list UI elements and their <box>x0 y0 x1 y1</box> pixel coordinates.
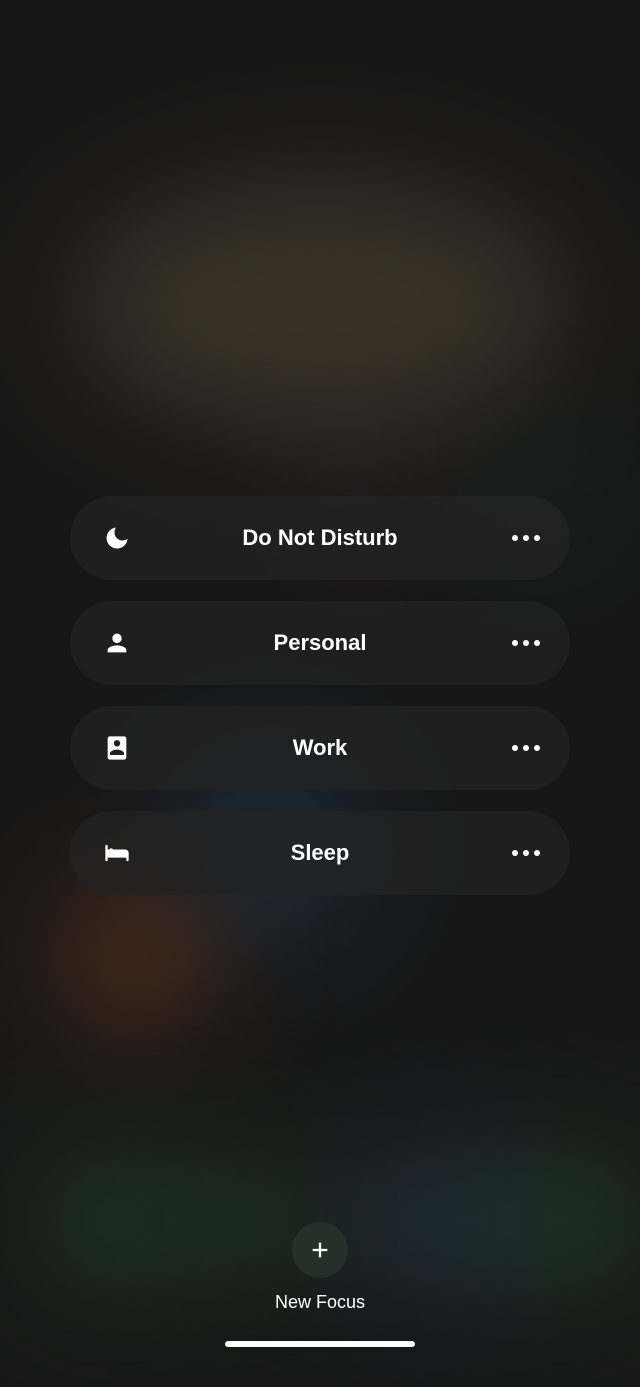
focus-item-personal[interactable]: Personal <box>70 601 570 685</box>
focus-label: Do Not Disturb <box>70 525 570 551</box>
person-icon <box>102 629 132 657</box>
focus-label: Sleep <box>70 840 570 866</box>
home-indicator[interactable] <box>225 1341 415 1347</box>
bed-icon <box>102 839 132 867</box>
moon-icon <box>102 524 132 552</box>
new-focus-label: New Focus <box>275 1292 365 1313</box>
focus-label: Personal <box>70 630 570 656</box>
new-focus-button[interactable] <box>292 1222 348 1278</box>
more-options-button[interactable] <box>512 745 540 751</box>
focus-mode-list: Do Not Disturb Personal Work <box>70 496 570 895</box>
badge-icon <box>102 734 132 762</box>
more-options-button[interactable] <box>512 535 540 541</box>
focus-item-sleep[interactable]: Sleep <box>70 811 570 895</box>
plus-icon <box>309 1239 331 1261</box>
focus-label: Work <box>70 735 570 761</box>
bottom-area: New Focus <box>0 1222 640 1347</box>
focus-item-do-not-disturb[interactable]: Do Not Disturb <box>70 496 570 580</box>
focus-item-work[interactable]: Work <box>70 706 570 790</box>
more-options-button[interactable] <box>512 850 540 856</box>
more-options-button[interactable] <box>512 640 540 646</box>
